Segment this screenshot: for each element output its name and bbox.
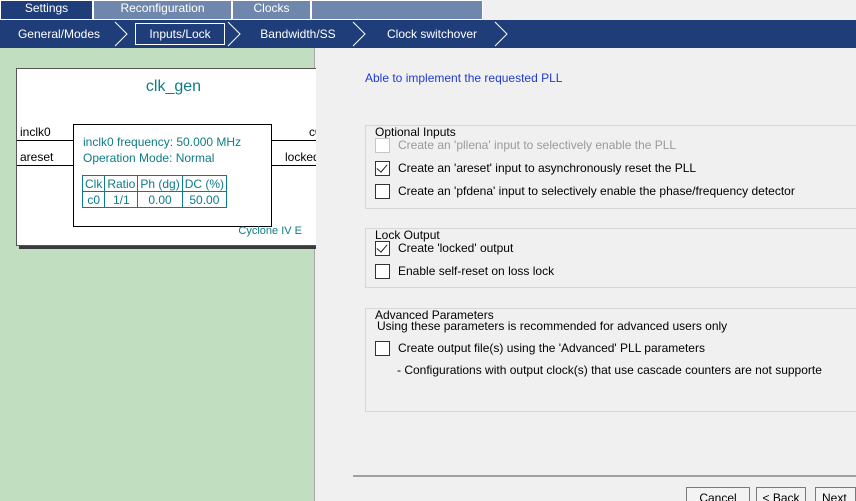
advanced-option: Create output file(s) using the 'Advance… [375, 339, 705, 357]
input-pin-areset: areset [20, 150, 54, 164]
table-header: DC (%) [181, 175, 228, 192]
pfdena-option: Create an 'pfdena' input to selectively … [375, 182, 795, 200]
wizard-breadcrumb: General/Modes Inputs/Lock Bandwidth/SS C… [0, 20, 856, 48]
self-reset-label: Enable self-reset on loss lock [398, 264, 555, 278]
table-header: Clk [81, 175, 106, 192]
optional-inputs-group: Optional Inputs Create an 'pllena' input… [365, 125, 856, 209]
cancel-button[interactable]: Cancel [686, 487, 750, 501]
advanced-parameters-group: Advanced Parameters Using these paramete… [365, 308, 856, 412]
areset-checkbox[interactable] [375, 160, 390, 176]
pllena-checkbox[interactable] [375, 137, 390, 153]
crumb-inputs-lock[interactable]: Inputs/Lock [135, 23, 225, 45]
advanced-label: Create output file(s) using the 'Advance… [398, 341, 705, 355]
table-header-row: Clk Ratio Ph (dg) DC (%) [81, 175, 228, 192]
output-pin-locked: locked [285, 150, 320, 164]
self-reset-option: Enable self-reset on loss lock [375, 262, 554, 280]
table-header: Ph (dg) [137, 175, 183, 192]
pllena-label: Create an 'pllena' input to selectively … [398, 138, 677, 152]
crumb-clock-switchover[interactable]: Clock switchover [372, 23, 492, 45]
table-cell: 1/1 [104, 191, 139, 208]
check-icon [376, 240, 388, 253]
tab-clocks[interactable]: Clocks [232, 0, 311, 20]
clock-summary-table: Clk Ratio Ph (dg) DC (%) c0 1/1 0.00 50.… [81, 175, 228, 208]
lock-output-group: Lock Output Create 'locked' output Enabl… [365, 228, 856, 288]
chevron-right-icon [227, 21, 241, 47]
advanced-checkbox[interactable] [375, 340, 390, 356]
self-reset-checkbox[interactable] [375, 263, 390, 279]
chevron-right-icon [114, 21, 128, 47]
locked-option: Create 'locked' output [375, 239, 513, 257]
chevron-right-icon [494, 21, 508, 47]
advanced-detail: - Configurations with output clock(s) th… [397, 363, 822, 377]
advanced-note: Using these parameters is recommended fo… [377, 319, 728, 333]
tab-blank[interactable] [311, 0, 483, 20]
input-wire [17, 140, 73, 141]
locked-label: Create 'locked' output [398, 241, 514, 255]
table-cell: 50.00 [181, 191, 228, 208]
table-row: c0 1/1 0.00 50.00 [81, 191, 228, 208]
tab-reconfiguration[interactable]: Reconfiguration [93, 0, 232, 20]
table-cell: 0.00 [137, 191, 183, 208]
frequency-info: inclk0 frequency: 50.000 MHz [83, 135, 242, 149]
check-icon [376, 160, 388, 173]
locked-checkbox[interactable] [375, 240, 390, 256]
block-title: clk_gen [145, 78, 202, 95]
next-button[interactable]: Next > [815, 487, 856, 501]
back-button[interactable]: < Back [756, 487, 806, 501]
top-tab-bar: Settings Reconfiguration Clocks [0, 0, 856, 20]
operation-mode-info: Operation Mode: Normal [83, 151, 215, 165]
input-pin-inclk0: inclk0 [20, 125, 51, 139]
crumb-bandwidth-ss[interactable]: Bandwidth/SS [246, 23, 350, 45]
pllena-option: Create an 'pllena' input to selectively … [375, 136, 676, 154]
input-wire [17, 165, 73, 166]
status-message: Able to implement the requested PLL [365, 71, 563, 85]
settings-pane: Able to implement the requested PLL Opti… [316, 48, 856, 501]
pfdena-checkbox[interactable] [375, 183, 390, 199]
areset-option: Create an 'areset' input to asynchronous… [375, 159, 696, 177]
pfdena-label: Create an 'pfdena' input to selectively … [398, 184, 795, 198]
pll-core: inclk0 frequency: 50.000 MHz Operation M… [73, 124, 272, 227]
crumb-general-modes[interactable]: General/Modes [4, 23, 114, 45]
tab-settings[interactable]: Settings [0, 0, 93, 20]
divider [353, 475, 856, 477]
table-cell: c0 [81, 191, 106, 208]
areset-label: Create an 'areset' input to asynchronous… [398, 161, 697, 175]
table-header: Ratio [104, 175, 139, 192]
chevron-right-icon [352, 21, 366, 47]
pll-block-symbol: clk_gen inclk0 areset c0 locked inclk0 f… [16, 68, 330, 246]
device-family-label: Cyclone IV E [238, 225, 302, 237]
block-preview-pane: clk_gen inclk0 areset c0 locked inclk0 f… [0, 48, 330, 501]
